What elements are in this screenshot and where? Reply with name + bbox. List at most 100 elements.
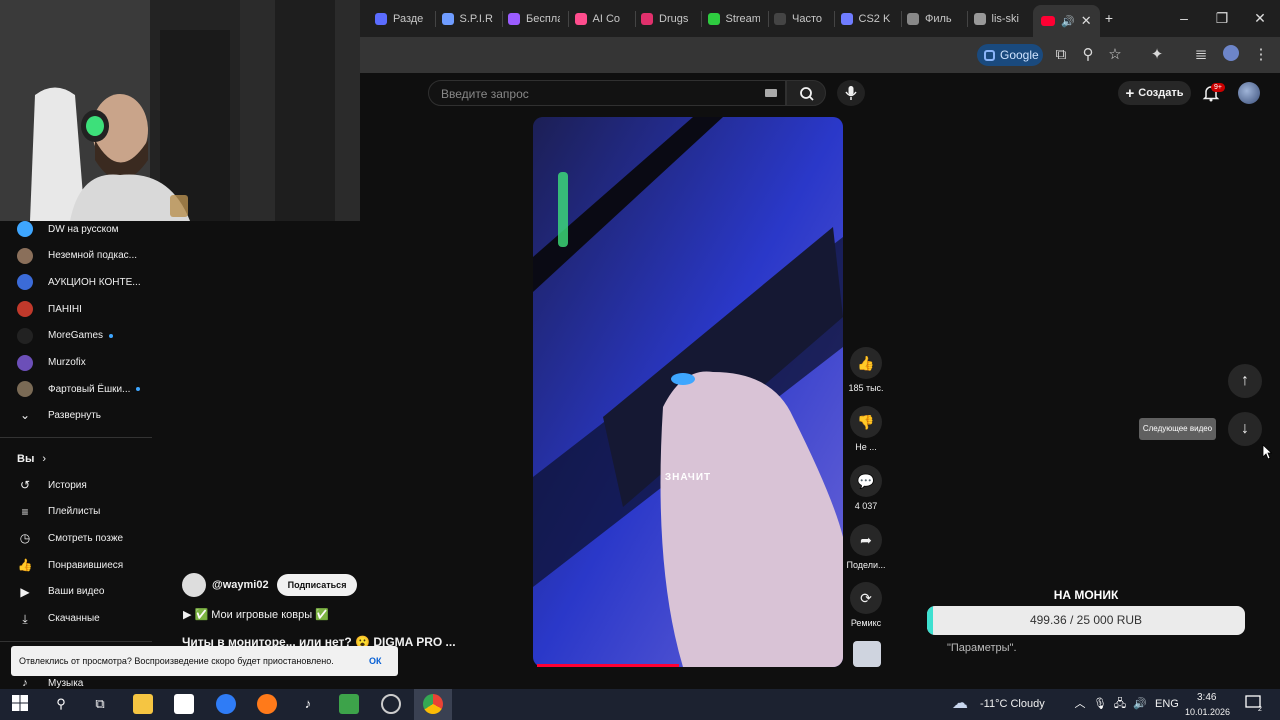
short-video-player[interactable]: ЗНАЧИТ [533,117,843,667]
sidebar-subscription-item[interactable]: Murzofix [0,350,150,376]
subscribe-button[interactable]: Подписаться [276,574,358,596]
profile-avatar-icon[interactable] [1221,45,1241,65]
search-input[interactable]: Введите запрос [428,80,786,106]
short-description[interactable]: ▶ ✅ Мои игровые ковры ✅ [183,608,329,621]
sidebar-expand-button[interactable]: ⌄ Развернуть [0,402,150,428]
browser-tab[interactable]: Drugs [641,8,693,30]
windows-start-icon[interactable] [10,694,30,714]
browser-tab[interactable]: CS2 K [840,8,893,30]
browser-tab[interactable]: Разде [375,8,427,30]
keyboard-icon[interactable] [765,89,777,97]
sidebar-you-header[interactable]: Вы › [0,446,150,472]
search-button[interactable] [786,80,826,106]
channel-avatar-icon [17,301,33,318]
next-video-button[interactable]: ↓ [1228,412,1262,446]
browser-tab[interactable]: Часто [774,8,826,30]
share-button[interactable]: ➦ [850,524,882,556]
remix-button[interactable]: ⟳ [850,582,882,614]
browser-tab[interactable]: AI Co [574,8,627,30]
minimize-icon[interactable]: – [1174,8,1194,28]
tab-label: Беспла [526,13,560,25]
short-progress-bar[interactable] [537,664,680,667]
tab-favicon-icon [574,13,587,25]
tray-overflow-icon[interactable]: ︿ [1070,694,1090,714]
tab-favicon-icon [907,13,919,25]
sidebar-subscription-item[interactable]: ПАНІНІ [0,296,150,322]
chevron-down-icon: ⌄ [19,408,31,422]
mail-app-icon[interactable] [216,694,236,714]
download-icon: ⤓ [22,611,28,626]
sidebar-you-item[interactable]: ↺ История [0,472,150,498]
media-control-icon[interactable]: ≣ [1191,45,1211,65]
sidebar-subscription-item[interactable]: DW на русском [0,216,150,242]
microsoft-store-icon[interactable] [174,694,194,714]
like-button[interactable]: 👍 [850,347,882,379]
microphone-tray-icon[interactable]: 🎙 [1090,694,1110,714]
sidebar-you-item[interactable]: ◷ Смотреть позже [0,525,150,551]
file-explorer-icon[interactable] [133,694,153,714]
extensions-icon[interactable]: ✦ [1147,45,1167,65]
close-window-icon[interactable]: ✕ [1250,8,1270,28]
browser-tab[interactable]: S.P.I.R [441,8,494,30]
sound-source-thumbnail[interactable] [853,641,881,667]
toast-ok-button[interactable]: ОК [369,656,382,666]
action-center-icon[interactable]: 2 [1244,694,1264,714]
spreadsheet-app-icon[interactable] [339,694,359,714]
volume-icon[interactable]: 🔊 [1130,694,1150,714]
sidebar-subscription-item[interactable]: MoreGames [0,323,150,349]
new-tab-icon[interactable]: + [1099,8,1119,28]
install-app-icon[interactable]: ⧉ [1051,45,1071,65]
firefox-icon[interactable] [257,694,277,714]
channel-name[interactable]: @waymi02 [212,579,269,591]
sidebar-subscription-item[interactable]: Неземной подкас... [0,243,150,269]
task-view-icon[interactable]: ⧉ [90,694,110,714]
channel-avatar[interactable] [182,573,206,597]
tiktok-icon[interactable]: ♪ [298,694,318,714]
obs-icon[interactable] [381,694,401,714]
tab-separator [634,11,636,27]
voice-search-button[interactable] [837,80,865,106]
arrow-up-icon: ↑ [1241,372,1249,389]
sidebar-you-item[interactable]: 👍 Понравившиеся [0,552,150,578]
sidebar-item-label: Плейлисты [48,506,101,518]
language-indicator[interactable]: ENG [1155,698,1179,710]
sidebar-subscription-item[interactable]: АУКЦИОН КОНТЕ... [0,269,150,295]
comments-button[interactable]: 💬 [850,465,882,497]
bookmark-star-icon[interactable]: ☆ [1105,45,1125,65]
browser-tab[interactable]: Филь [907,8,959,30]
google-lens-chip[interactable]: Google [977,44,1043,66]
comment-icon: 💬 [857,473,875,489]
clock-date[interactable]: 10.01.2026 [1185,707,1230,717]
close-tab-icon[interactable]: ✕ [1081,13,1092,29]
browser-tab[interactable]: lis-ski [973,8,1026,30]
notification-badge: 9+ [1211,83,1225,92]
sidebar-you-item[interactable]: ≡ Плейлисты [0,499,150,525]
weather-text[interactable]: -11°C Cloudy [980,698,1045,710]
zoom-icon[interactable]: ⚲ [1078,45,1098,65]
restore-icon[interactable]: ❐ [1212,8,1232,28]
clock-time[interactable]: 3:46 [1197,692,1216,703]
sidebar-you-item[interactable]: ⤓ Скачанные [0,606,150,632]
channel-avatar-icon [17,327,33,344]
previous-video-button[interactable]: ↑ [1228,364,1262,398]
taskbar-search-icon[interactable]: ⚲ [51,694,71,714]
dislike-button[interactable]: 👎 [850,406,882,438]
account-avatar[interactable] [1238,82,1260,104]
tab-youtube-active[interactable]: 🔊 ✕ [1033,5,1100,37]
microphone-icon [845,86,857,100]
sidebar-you-item[interactable]: ▶ Ваши видео [0,579,150,605]
browser-tab[interactable]: Stream [707,8,760,30]
create-button[interactable]: + Создать [1118,81,1191,105]
notification-count: 2 [1258,706,1262,712]
sidebar-divider [0,641,152,642]
dislike-label: Не ... [855,442,877,452]
history-icon: ↺ [19,478,31,492]
sidebar-subscription-item[interactable]: Фартовый Ёшки... [0,376,150,402]
thumb-up-icon: 👍 [17,558,33,573]
tab-favicon-icon [641,13,653,25]
menu-kebab-icon[interactable]: ⋮ [1251,45,1271,65]
network-icon[interactable]: 🖧 [1110,694,1130,714]
sidebar-item-label: Музыка [48,677,84,689]
speaker-icon[interactable]: 🔊 [1061,15,1075,28]
browser-tab[interactable]: Беспла [508,8,560,30]
